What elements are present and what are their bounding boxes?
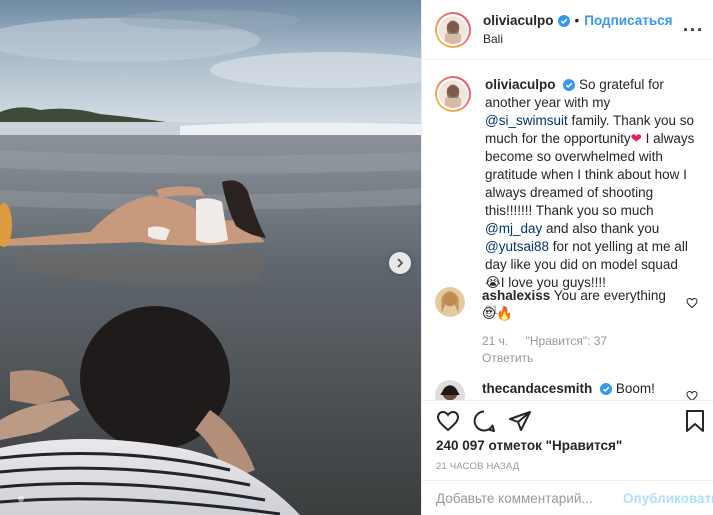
verified-badge-icon <box>600 383 613 396</box>
share-direct-icon[interactable] <box>508 409 532 433</box>
comment-meta: 21 ч. "Нравится": 37 <box>482 333 682 349</box>
comment-like-heart-icon[interactable] <box>686 297 698 309</box>
post-action-bar <box>422 400 713 440</box>
comment-content: Boom! <box>615 381 655 396</box>
comment-bubble-icon[interactable] <box>472 409 496 433</box>
author-avatar[interactable] <box>435 11 471 48</box>
commenter-avatar-image <box>435 380 465 400</box>
beach-photo-image <box>0 0 421 515</box>
comment-like-heart-icon[interactable] <box>686 390 698 400</box>
comment-input[interactable] <box>436 490 613 506</box>
verified-badge-icon <box>563 79 576 92</box>
caption-part: and also thank you <box>542 221 660 236</box>
comments-list[interactable]: oliviaculpo So grateful for another year… <box>422 61 713 400</box>
carousel-dot <box>18 496 24 502</box>
caption-item: oliviaculpo So grateful for another year… <box>435 76 695 318</box>
comment-time[interactable]: 21 ч. <box>482 334 508 348</box>
header-separator: • <box>574 12 580 28</box>
comment-text: thecandacesmith Boom! <box>482 380 682 400</box>
comment-likes[interactable]: "Нравится": 37 <box>526 334 608 348</box>
carousel-indicator <box>18 496 24 502</box>
commenter-username[interactable]: ashalexiss <box>482 288 550 303</box>
post-location[interactable]: Bali <box>483 31 673 47</box>
instagram-post: oliviaculpo • Подписаться Bali ··· olivi… <box>0 0 713 515</box>
author-username[interactable]: oliviaculpo <box>483 13 554 29</box>
add-comment-bar: Опубликовать <box>422 480 713 515</box>
likes-count[interactable]: 240 097 отметок "Нравится" <box>436 438 622 453</box>
next-slide-button[interactable] <box>389 252 411 274</box>
red-heart-emoji: ❤ <box>630 131 642 146</box>
mention-link[interactable]: @mj_day <box>485 221 542 236</box>
follow-button[interactable]: Подписаться <box>584 13 672 29</box>
commenter-avatar[interactable] <box>435 287 465 317</box>
commenter-username[interactable]: thecandacesmith <box>482 381 592 396</box>
comment-item: thecandacesmith Boom! <box>435 380 682 400</box>
mention-link[interactable]: @si_swimsuit <box>485 113 568 128</box>
like-heart-icon[interactable] <box>436 409 460 433</box>
mention-link[interactable]: @yutsai88 <box>485 239 549 254</box>
chevron-right-icon <box>397 258 404 268</box>
post-timestamp[interactable]: 21 ЧАСОВ НАЗАД <box>436 461 519 472</box>
commenter-avatar[interactable] <box>435 380 465 400</box>
post-photo[interactable] <box>0 0 421 515</box>
commenter-avatar-image <box>435 287 465 317</box>
post-header: oliviaculpo • Подписаться Bali ··· <box>422 0 713 60</box>
comment-emoji: 😍🔥 <box>482 306 513 321</box>
comment-content: You are everything <box>553 288 666 303</box>
ellipsis-icon[interactable]: ··· <box>683 20 704 41</box>
comment-text: ashalexiss You are everything 😍🔥 21 ч. "… <box>482 287 682 367</box>
publish-button[interactable]: Опубликовать <box>623 491 713 506</box>
verified-badge-icon <box>557 14 570 27</box>
caption-avatar[interactable] <box>435 76 471 112</box>
post-side-panel: oliviaculpo • Подписаться Bali ··· olivi… <box>421 0 713 515</box>
comment-item: ashalexiss You are everything 😍🔥 21 ч. "… <box>435 287 682 367</box>
caption-text: oliviaculpo So grateful for another year… <box>485 76 695 318</box>
author-avatar-image <box>439 15 467 44</box>
bookmark-icon[interactable] <box>684 409 706 433</box>
reply-button[interactable]: Ответить <box>482 349 682 367</box>
caption-username[interactable]: oliviaculpo <box>485 77 556 92</box>
caption-avatar-image <box>439 80 467 108</box>
